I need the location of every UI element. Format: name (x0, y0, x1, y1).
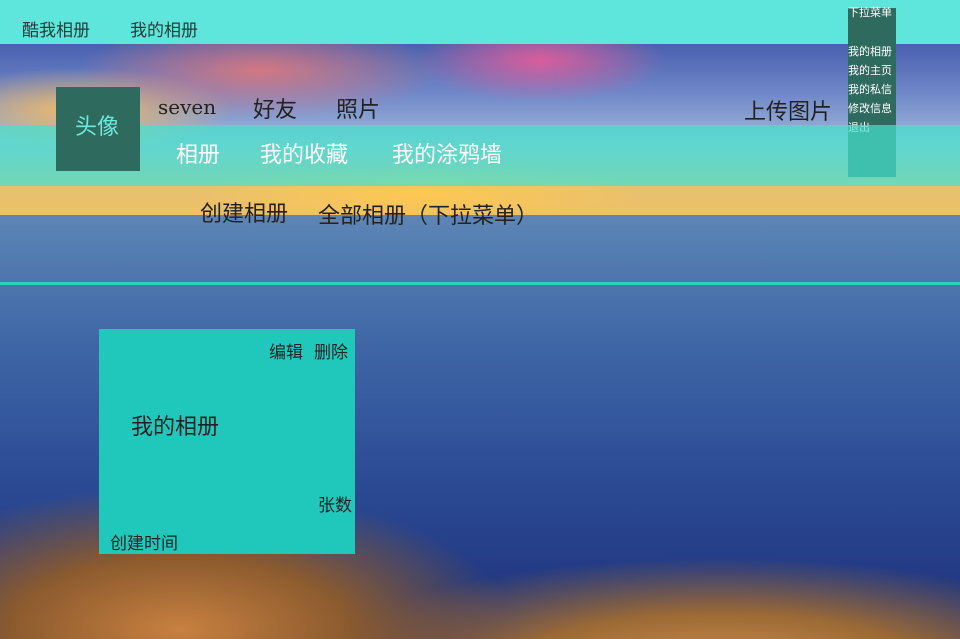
tab-albums[interactable]: 相册 (176, 137, 220, 169)
tab-graffiti-wall[interactable]: 我的涂鸦墙 (392, 137, 502, 169)
edit-album-button[interactable]: 编辑 (269, 338, 303, 363)
dropdown-item-homepage[interactable]: 我的主页 (848, 61, 892, 80)
album-card[interactable]: 编辑 删除 我的相册 张数 创建时间 (99, 329, 355, 554)
photos-link[interactable]: 照片 (336, 92, 380, 124)
album-photo-count: 张数 (318, 496, 352, 516)
dropdown-item-messages[interactable]: 我的私信 (848, 80, 892, 99)
create-album-button[interactable]: 创建相册 (200, 196, 288, 228)
username: seven (158, 95, 217, 119)
album-name: 我的相册 (131, 415, 220, 440)
brand-link[interactable]: 酷我相册 (22, 16, 90, 41)
delete-album-button[interactable]: 删除 (314, 338, 348, 363)
upload-photo-button[interactable]: 上传图片 (744, 94, 832, 126)
dropdown-title[interactable]: 下拉菜单 (848, 4, 892, 20)
top-bar: 酷我相册 我的相册 (0, 0, 960, 44)
divider-line (0, 282, 960, 285)
tab-favorites[interactable]: 我的收藏 (260, 137, 348, 169)
avatar[interactable]: 头像 (56, 87, 140, 171)
album-created-time: 创建时间 (110, 534, 178, 554)
avatar-label: 头像 (75, 115, 120, 140)
my-album-link[interactable]: 我的相册 (130, 16, 198, 41)
dropdown-item-my-album[interactable]: 我的相册 (848, 42, 892, 61)
all-albums-dropdown[interactable]: 全部相册（下拉菜单） (318, 198, 538, 230)
dropdown-items: 我的相册 我的主页 我的私信 修改信息 退出 (848, 42, 892, 137)
dropdown-item-edit-profile[interactable]: 修改信息 (848, 99, 892, 118)
friends-link[interactable]: 好友 (253, 92, 297, 124)
